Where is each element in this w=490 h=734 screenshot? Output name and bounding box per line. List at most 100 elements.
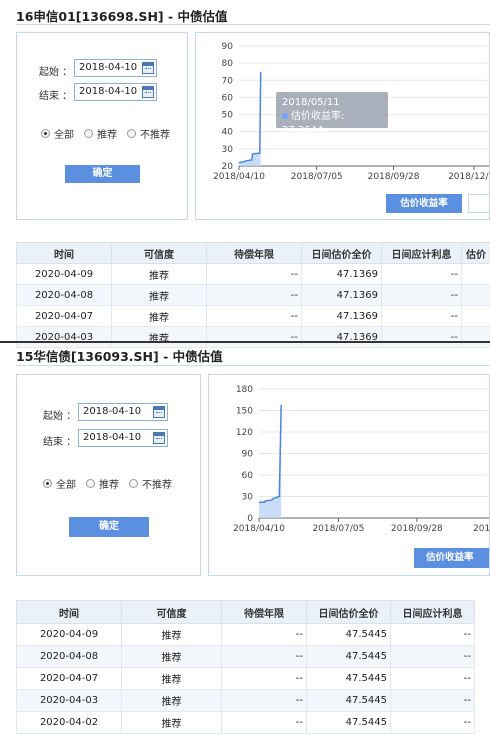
y-tick-label: 20 xyxy=(222,162,234,172)
start-label: 起始 ： xyxy=(43,407,76,422)
cell-full-price: 47.5445 xyxy=(307,668,391,690)
y-tick-label: 0 xyxy=(247,514,253,524)
x-tick-label: 2018/12/26 xyxy=(448,172,490,182)
table-row[interactable]: 2020-04-07 推荐 -- 47.1369 -- xyxy=(17,306,490,327)
cell-accrued-interest: -- xyxy=(391,712,475,734)
yield-rate-button[interactable]: 估价收益率 xyxy=(386,194,462,213)
cell-remaining-years: -- xyxy=(207,306,302,327)
col-header-accrued-interest[interactable]: 日间应计利息 xyxy=(382,243,462,264)
chart-tooltip: 2018/05/11 估价收益率: 27.3644 xyxy=(276,92,388,128)
start-date-input[interactable]: 2018-04-10 xyxy=(74,59,157,77)
section-title: 16申信01[136698.SH] - 中债估值 xyxy=(16,6,228,25)
valuation-section-2: 15华信债[136093.SH] - 中债估值 起始 ： 2018-04-10 … xyxy=(0,343,490,733)
cell-full-price: 47.1369 xyxy=(302,264,382,285)
calendar-icon[interactable] xyxy=(153,432,165,444)
cell-remaining-years: -- xyxy=(222,646,307,668)
cell-accrued-interest: -- xyxy=(382,306,462,327)
chart-panel: 03060901201501802018/04/102018/07/052018… xyxy=(208,374,490,576)
cell-accrued-interest: -- xyxy=(391,668,475,690)
table-row[interactable]: 2020-04-08 推荐 -- 47.5445 -- xyxy=(17,646,475,668)
x-tick-label: 2018/09/28 xyxy=(368,172,420,182)
cell-full-price: 47.5445 xyxy=(307,690,391,712)
y-tick-label: 150 xyxy=(236,407,253,417)
col-header-credibility[interactable]: 可信度 xyxy=(112,243,207,264)
y-tick-label: 40 xyxy=(222,128,234,138)
radio-not-recommend[interactable] xyxy=(127,129,136,138)
cell-accrued-interest: -- xyxy=(391,690,475,712)
table-row[interactable]: 2020-04-08 推荐 -- 47.1369 -- xyxy=(17,285,490,306)
end-date-value: 2018-04-10 xyxy=(79,86,137,97)
cell-remaining-years: -- xyxy=(207,285,302,306)
end-date-input[interactable]: 2018-04-10 xyxy=(78,429,168,447)
credibility-filter: 全部 推荐 不推荐 xyxy=(43,476,178,491)
cell-full-price: 47.5445 xyxy=(307,646,391,668)
cell-time: 2020-04-08 xyxy=(17,646,122,668)
col-header-remaining-years[interactable]: 待偿年限 xyxy=(207,243,302,264)
table-row[interactable]: 2020-04-03 推荐 -- 47.5445 -- xyxy=(17,690,475,712)
start-date-value: 2018-04-10 xyxy=(79,62,137,73)
y-tick-label: 120 xyxy=(236,428,253,438)
col-header-full-price[interactable]: 日间估价全价 xyxy=(302,243,382,264)
radio-recommend[interactable] xyxy=(84,129,93,138)
calendar-icon[interactable] xyxy=(142,86,154,98)
table-row[interactable]: 2020-04-07 推荐 -- 47.5445 -- xyxy=(17,668,475,690)
section-title: 15华信债[136093.SH] - 中债估值 xyxy=(16,346,223,365)
radio-all-label: 全部 xyxy=(54,126,74,141)
cell-accrued-interest: -- xyxy=(391,646,475,668)
cell-time: 2020-04-03 xyxy=(17,690,122,712)
table-row[interactable]: 2020-04-09 推荐 -- 47.5445 -- xyxy=(17,624,475,646)
secondary-chart-button[interactable] xyxy=(468,194,490,213)
table-row[interactable]: 2020-04-02 推荐 -- 47.5445 -- xyxy=(17,712,475,734)
col-header-full-price[interactable]: 日间估价全价 xyxy=(307,601,391,624)
radio-all-label: 全部 xyxy=(56,476,76,491)
end-date-input[interactable]: 2018-04-10 xyxy=(74,83,157,101)
confirm-button[interactable]: 确定 xyxy=(65,165,140,183)
col-header-valuation[interactable]: 估价 xyxy=(462,243,490,264)
radio-all[interactable] xyxy=(43,479,52,488)
col-header-time[interactable]: 时间 xyxy=(17,601,122,624)
credibility-filter: 全部 推荐 不推荐 xyxy=(41,126,176,141)
cell-remaining-years: -- xyxy=(222,712,307,734)
cell-time: 2020-04-09 xyxy=(17,264,112,285)
tooltip-value: 估价收益率: 27.3644 xyxy=(282,111,344,136)
radio-not-recommend-label: 不推荐 xyxy=(140,126,170,141)
x-tick-label: 2018/07/05 xyxy=(312,524,364,534)
valuation-table: 时间 可信度 待偿年限 日间估价全价 日间应计利息 2020-04-09 推荐 … xyxy=(16,600,475,734)
cell-credibility: 推荐 xyxy=(122,624,222,646)
cell-remaining-years: -- xyxy=(207,264,302,285)
end-label: 结束 ： xyxy=(39,87,72,102)
title-divider xyxy=(16,24,490,25)
radio-not-recommend[interactable] xyxy=(129,479,138,488)
table-row[interactable]: 2020-04-09 推荐 -- 47.1369 -- xyxy=(17,264,490,285)
calendar-icon[interactable] xyxy=(142,62,154,74)
chart-panel: 20304050607080902018/04/102018/07/052018… xyxy=(195,32,490,220)
start-label: 起始 ： xyxy=(39,63,72,78)
table-header-row: 时间 可信度 待偿年限 日间估价全价 日间应计利息 xyxy=(17,601,475,624)
confirm-button[interactable]: 确定 xyxy=(69,517,149,537)
col-header-accrued-interest[interactable]: 日间应计利息 xyxy=(391,601,475,624)
yield-rate-button[interactable]: 估价收益率 xyxy=(414,548,490,568)
start-date-value: 2018-04-10 xyxy=(83,406,141,417)
table-header-row: 时间 可信度 待偿年限 日间估价全价 日间应计利息 估价 xyxy=(17,243,490,264)
filter-panel: 起始 ： 2018-04-10 结束 ： 2018-04-10 全部 推荐 不推… xyxy=(16,32,188,220)
valuation-table: 时间 可信度 待偿年限 日间估价全价 日间应计利息 估价 2020-04-09 … xyxy=(16,242,490,348)
cell-valuation xyxy=(462,264,490,285)
radio-all[interactable] xyxy=(41,129,50,138)
x-tick-label: 2018/07/05 xyxy=(291,172,343,182)
start-date-input[interactable]: 2018-04-10 xyxy=(78,403,168,421)
filter-panel: 起始 ： 2018-04-10 结束 ： 2018-04-10 全部 推荐 不推… xyxy=(16,374,201,576)
cell-remaining-years: -- xyxy=(222,668,307,690)
end-date-value: 2018-04-10 xyxy=(83,432,141,443)
col-header-time[interactable]: 时间 xyxy=(17,243,112,264)
y-tick-label: 30 xyxy=(222,145,234,155)
col-header-credibility[interactable]: 可信度 xyxy=(122,601,222,624)
x-tick-label: 2018/04/10 xyxy=(213,172,265,182)
cell-full-price: 47.1369 xyxy=(302,306,382,327)
series-area xyxy=(239,72,261,166)
radio-recommend[interactable] xyxy=(86,479,95,488)
valuation-section-1: 16申信01[136698.SH] - 中债估值 起始 ： 2018-04-10… xyxy=(0,0,490,345)
radio-recommend-label: 推荐 xyxy=(99,476,119,491)
col-header-remaining-years[interactable]: 待偿年限 xyxy=(222,601,307,624)
cell-full-price: 47.1369 xyxy=(302,285,382,306)
calendar-icon[interactable] xyxy=(153,406,165,418)
